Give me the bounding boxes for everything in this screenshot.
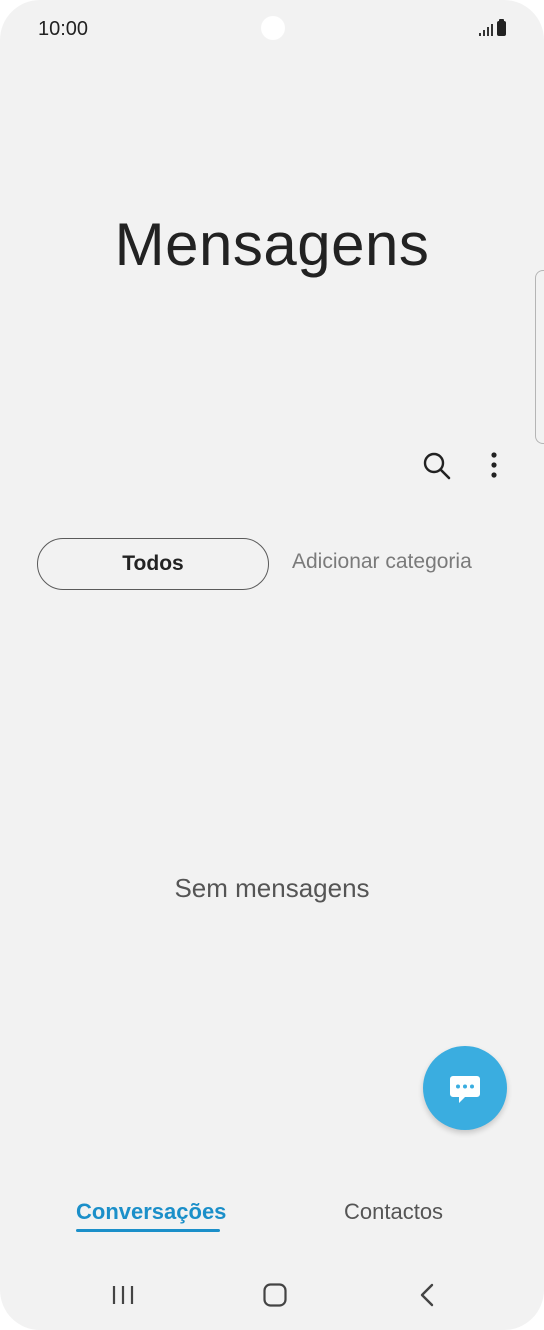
system-navigation-bar xyxy=(0,1270,544,1320)
page-title: Mensagens xyxy=(114,211,430,278)
edge-panel-handle[interactable] xyxy=(535,270,544,444)
tab-contactos[interactable]: Contactos xyxy=(344,1199,443,1225)
back-icon[interactable] xyxy=(416,1282,438,1308)
home-icon[interactable] xyxy=(262,1282,288,1308)
tab-conversacoes[interactable]: Conversações xyxy=(76,1199,226,1225)
status-bar: 10:00 xyxy=(0,0,544,60)
signal-icon xyxy=(479,20,493,36)
bottom-tab-bar: Conversações Contactos xyxy=(0,1195,544,1245)
status-icons xyxy=(479,19,506,36)
empty-state-text: Sem mensagens xyxy=(174,873,370,903)
status-time: 10:00 xyxy=(38,18,89,40)
new-message-button[interactable] xyxy=(423,1046,507,1130)
recent-apps-icon[interactable] xyxy=(108,1282,138,1308)
more-vertical-icon[interactable] xyxy=(482,450,506,482)
active-tab-indicator xyxy=(76,1229,220,1232)
chat-bubble-icon xyxy=(450,1076,480,1103)
phone-screen: 10:00 Mensagens Todos Adicionar categori… xyxy=(0,0,544,1330)
category-chip-todos[interactable]: Todos xyxy=(37,538,269,590)
add-category-link[interactable]: Adicionar categoria xyxy=(292,550,472,574)
battery-icon xyxy=(497,19,506,36)
front-camera xyxy=(261,16,285,40)
search-icon[interactable] xyxy=(421,450,453,482)
